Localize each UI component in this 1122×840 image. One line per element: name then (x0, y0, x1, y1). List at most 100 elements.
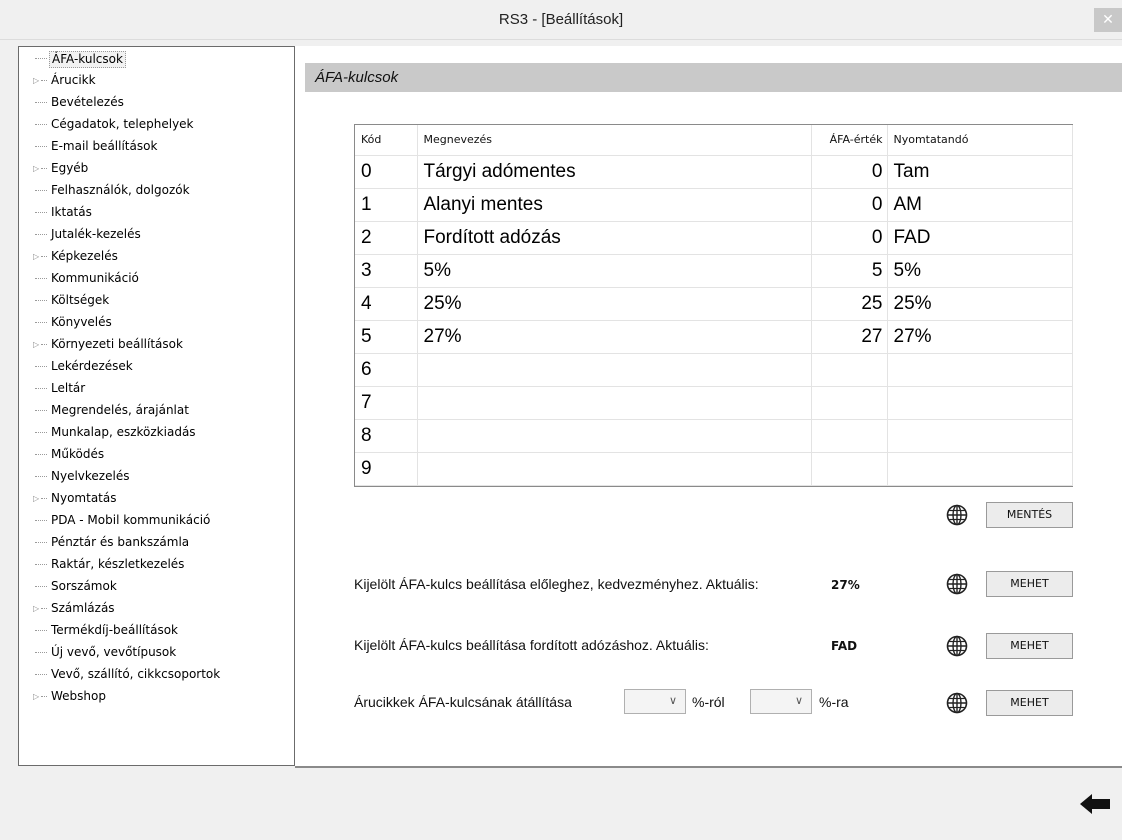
cell-print[interactable]: AM (887, 188, 1073, 222)
expand-triangle-icon[interactable]: ▷ (33, 164, 39, 174)
sidebar-item[interactable]: Költségek (19, 293, 294, 315)
sidebar-item[interactable]: Jutalék-kezelés (19, 227, 294, 249)
cell-value[interactable]: 0 (811, 221, 888, 255)
cell-value[interactable]: 5 (811, 254, 888, 288)
sidebar-item[interactable]: ÁFA-kulcsok (19, 51, 294, 73)
expand-triangle-icon[interactable]: ▷ (33, 604, 39, 614)
cell-code[interactable]: 1 (355, 188, 418, 222)
table-row[interactable]: 5 27% 27 27% (355, 320, 1073, 354)
cell-print[interactable]: 5% (887, 254, 1073, 288)
sidebar-item[interactable]: Iktatás (19, 205, 294, 227)
cell-name[interactable] (417, 452, 812, 486)
cell-value[interactable] (811, 353, 888, 387)
table-row[interactable]: 9 (355, 452, 1073, 486)
cell-name[interactable] (417, 419, 812, 453)
cell-print[interactable] (887, 386, 1073, 420)
table-row[interactable]: 8 (355, 419, 1073, 453)
sidebar-item[interactable]: Cégadatok, telephelyek (19, 117, 294, 139)
cell-print[interactable]: FAD (887, 221, 1073, 255)
cell-value[interactable]: 25 (811, 287, 888, 321)
sidebar-item[interactable]: Megrendelés, árajánlat (19, 403, 294, 425)
cell-name[interactable]: 27% (417, 320, 812, 354)
cell-code[interactable]: 9 (355, 452, 418, 486)
cell-code[interactable]: 4 (355, 287, 418, 321)
sidebar-item[interactable]: E-mail beállítások (19, 139, 294, 161)
globe-icon[interactable] (946, 504, 968, 526)
column-header-name[interactable]: Megnevezés (417, 125, 812, 156)
sidebar-item[interactable]: Pénztár és bankszámla (19, 535, 294, 557)
table-row[interactable]: 2 Fordított adózás 0 FAD (355, 221, 1073, 255)
sidebar-item[interactable]: ▷ Árucikk (19, 73, 294, 95)
cell-name[interactable]: 5% (417, 254, 812, 288)
globe-icon[interactable] (946, 573, 968, 595)
close-button[interactable]: ✕ (1094, 8, 1122, 32)
cell-name[interactable]: 25% (417, 287, 812, 321)
sidebar-item[interactable]: ▷ Nyomtatás (19, 491, 294, 513)
expand-triangle-icon[interactable]: ▷ (33, 340, 39, 350)
sidebar-item[interactable]: ▷ Képkezelés (19, 249, 294, 271)
back-arrow-icon[interactable] (1080, 794, 1110, 814)
column-header-value[interactable]: ÁFA-érték (811, 125, 888, 156)
cell-value[interactable] (811, 386, 888, 420)
cell-value[interactable]: 0 (811, 155, 888, 189)
cell-code[interactable]: 2 (355, 221, 418, 255)
cell-name[interactable]: Alanyi mentes (417, 188, 812, 222)
cell-code[interactable]: 0 (355, 155, 418, 189)
table-row[interactable]: 7 (355, 386, 1073, 420)
table-row[interactable]: 4 25% 25 25% (355, 287, 1073, 321)
sidebar-item[interactable]: Könyvelés (19, 315, 294, 337)
apply-reverse-button[interactable]: MEHET (986, 633, 1073, 659)
cell-code[interactable]: 5 (355, 320, 418, 354)
sidebar-item[interactable]: Felhasználók, dolgozók (19, 183, 294, 205)
cell-value[interactable] (811, 419, 888, 453)
cell-value[interactable] (811, 452, 888, 486)
sidebar-item[interactable]: Vevő, szállító, cikkcsoportok (19, 667, 294, 689)
apply-convert-button[interactable]: MEHET (986, 690, 1073, 716)
table-row[interactable]: 6 (355, 353, 1073, 387)
sidebar-item[interactable]: PDA - Mobil kommunikáció (19, 513, 294, 535)
sidebar-item[interactable]: ▷ Webshop (19, 689, 294, 711)
sidebar-item[interactable]: Leltár (19, 381, 294, 403)
cell-code[interactable]: 8 (355, 419, 418, 453)
cell-name[interactable]: Tárgyi adómentes (417, 155, 812, 189)
expand-triangle-icon[interactable]: ▷ (33, 494, 39, 504)
sidebar-item[interactable]: Bevételezés (19, 95, 294, 117)
apply-advance-button[interactable]: MEHET (986, 571, 1073, 597)
sidebar-item[interactable]: Munkalap, eszközkiadás (19, 425, 294, 447)
cell-print[interactable]: 25% (887, 287, 1073, 321)
column-header-print[interactable]: Nyomtatandó (887, 125, 1073, 156)
cell-print[interactable]: Tam (887, 155, 1073, 189)
globe-icon[interactable] (946, 692, 968, 714)
cell-print[interactable]: 27% (887, 320, 1073, 354)
expand-triangle-icon[interactable]: ▷ (33, 692, 39, 702)
cell-name[interactable] (417, 353, 812, 387)
globe-icon[interactable] (946, 635, 968, 657)
cell-name[interactable] (417, 386, 812, 420)
cell-code[interactable]: 6 (355, 353, 418, 387)
sidebar-item[interactable]: Raktár, készletkezelés (19, 557, 294, 579)
sidebar-item[interactable]: Új vevő, vevőtípusok (19, 645, 294, 667)
sidebar-item[interactable]: Kommunikáció (19, 271, 294, 293)
cell-print[interactable] (887, 353, 1073, 387)
cell-value[interactable]: 27 (811, 320, 888, 354)
cell-print[interactable] (887, 452, 1073, 486)
sidebar-item[interactable]: Lekérdezések (19, 359, 294, 381)
cell-code[interactable]: 3 (355, 254, 418, 288)
sidebar-item[interactable]: ▷ Környezeti beállítások (19, 337, 294, 359)
sidebar-item[interactable]: ▷ Egyéb (19, 161, 294, 183)
cell-code[interactable]: 7 (355, 386, 418, 420)
sidebar-item[interactable]: Sorszámok (19, 579, 294, 601)
from-rate-select[interactable]: ∨ (624, 689, 686, 714)
column-header-code[interactable]: Kód (355, 125, 418, 156)
cell-name[interactable]: Fordított adózás (417, 221, 812, 255)
save-button[interactable]: MENTÉS (986, 502, 1073, 528)
sidebar-item[interactable]: Működés (19, 447, 294, 469)
expand-triangle-icon[interactable]: ▷ (33, 252, 39, 262)
sidebar-item[interactable]: Nyelvkezelés (19, 469, 294, 491)
to-rate-select[interactable]: ∨ (750, 689, 812, 714)
sidebar-item[interactable]: ▷ Számlázás (19, 601, 294, 623)
sidebar-item[interactable]: Termékdíj-beállítások (19, 623, 294, 645)
table-row[interactable]: 0 Tárgyi adómentes 0 Tam (355, 155, 1073, 189)
table-row[interactable]: 1 Alanyi mentes 0 AM (355, 188, 1073, 222)
cell-value[interactable]: 0 (811, 188, 888, 222)
